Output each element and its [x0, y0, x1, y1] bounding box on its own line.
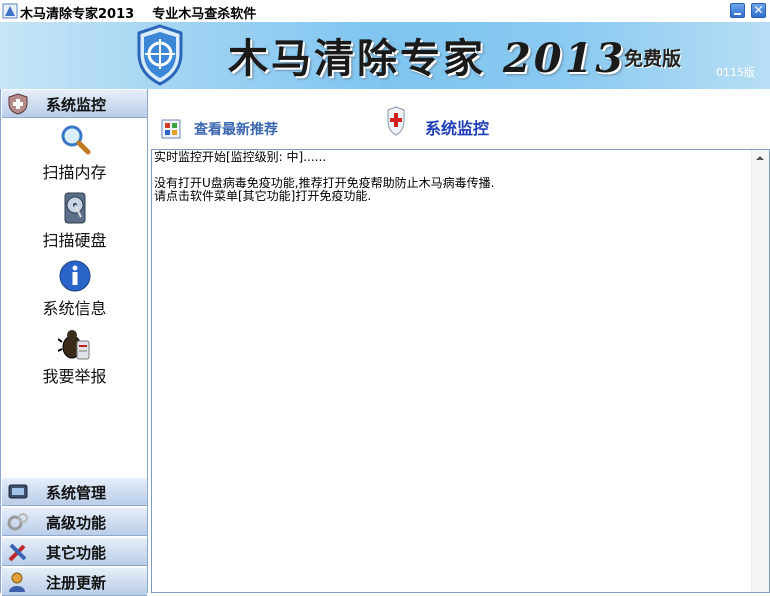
nav-label: 我要举报	[42, 367, 107, 386]
log-content: 实时监控开始[监控级别: 中]...... 没有打开U盘病毒免疫功能,推荐打开免…	[154, 151, 750, 203]
category-register[interactable]: 注册更新	[2, 568, 147, 596]
advanced-gears-icon	[7, 513, 28, 531]
category-other[interactable]: 其它功能	[2, 538, 147, 566]
app-icon	[2, 3, 18, 19]
minimize-icon	[734, 13, 741, 15]
monitor-log-textarea[interactable]: 实时监控开始[监控级别: 中]...... 没有打开U盘病毒免疫功能,推荐打开免…	[151, 149, 770, 593]
nav-label: 扫描内存	[42, 163, 107, 182]
scroll-up-arrow-icon[interactable]	[756, 156, 764, 160]
view-recommendations-link[interactable]: 查看最新推荐	[194, 119, 278, 139]
bug-report-icon	[58, 330, 90, 360]
category-label: 系统监控	[46, 96, 107, 114]
category-system-manage[interactable]: 系统管理	[2, 478, 147, 506]
log-line: 实时监控开始[监控级别: 中]......	[154, 150, 327, 164]
category-label: 注册更新	[46, 574, 107, 592]
category-label: 系统管理	[46, 484, 107, 502]
tools-icon	[8, 543, 27, 562]
hard-disk-icon	[64, 192, 86, 224]
sidebar: 系统监控 扫描内存 扫描硬盘 系统信息 我要举报 系统管理 高级功能 其它功能 …	[0, 89, 148, 596]
security-shield-icon	[387, 106, 405, 136]
system-manage-icon	[8, 484, 28, 499]
banner: 木马清除专家 2013 免费版 0115版	[0, 22, 770, 89]
window-title: 木马清除专家2013 专业木马查杀软件	[20, 7, 257, 22]
banner-title: 木马清除专家 2013	[228, 35, 627, 82]
category-system-monitor[interactable]: 系统监控	[2, 90, 147, 118]
main-header: 查看最新推荐 系统监控	[148, 89, 770, 149]
monitor-shield-icon	[8, 93, 28, 115]
version-label: 0115版	[716, 66, 755, 79]
category-label: 其它功能	[46, 544, 107, 562]
grid-icon	[161, 119, 181, 139]
category-label: 高级功能	[46, 514, 107, 532]
magnifier-icon	[61, 125, 91, 155]
shield-logo-icon	[137, 24, 183, 86]
log-line: 请点击软件菜单[其它功能]打开免疫功能.	[154, 189, 372, 203]
nav-label: 系统信息	[42, 299, 107, 318]
edition-label: 免费版	[624, 48, 682, 70]
close-button[interactable]: ✕	[751, 3, 766, 18]
nav-label: 扫描硬盘	[42, 231, 107, 250]
register-user-icon	[9, 572, 25, 592]
title-bar[interactable]: 木马清除专家2013 专业木马查杀软件 ✕	[0, 0, 770, 23]
minimize-button[interactable]	[730, 3, 745, 18]
vertical-scrollbar[interactable]	[751, 150, 769, 592]
info-icon	[59, 260, 91, 292]
category-advanced[interactable]: 高级功能	[2, 508, 147, 536]
section-title: 系统监控	[425, 119, 490, 138]
